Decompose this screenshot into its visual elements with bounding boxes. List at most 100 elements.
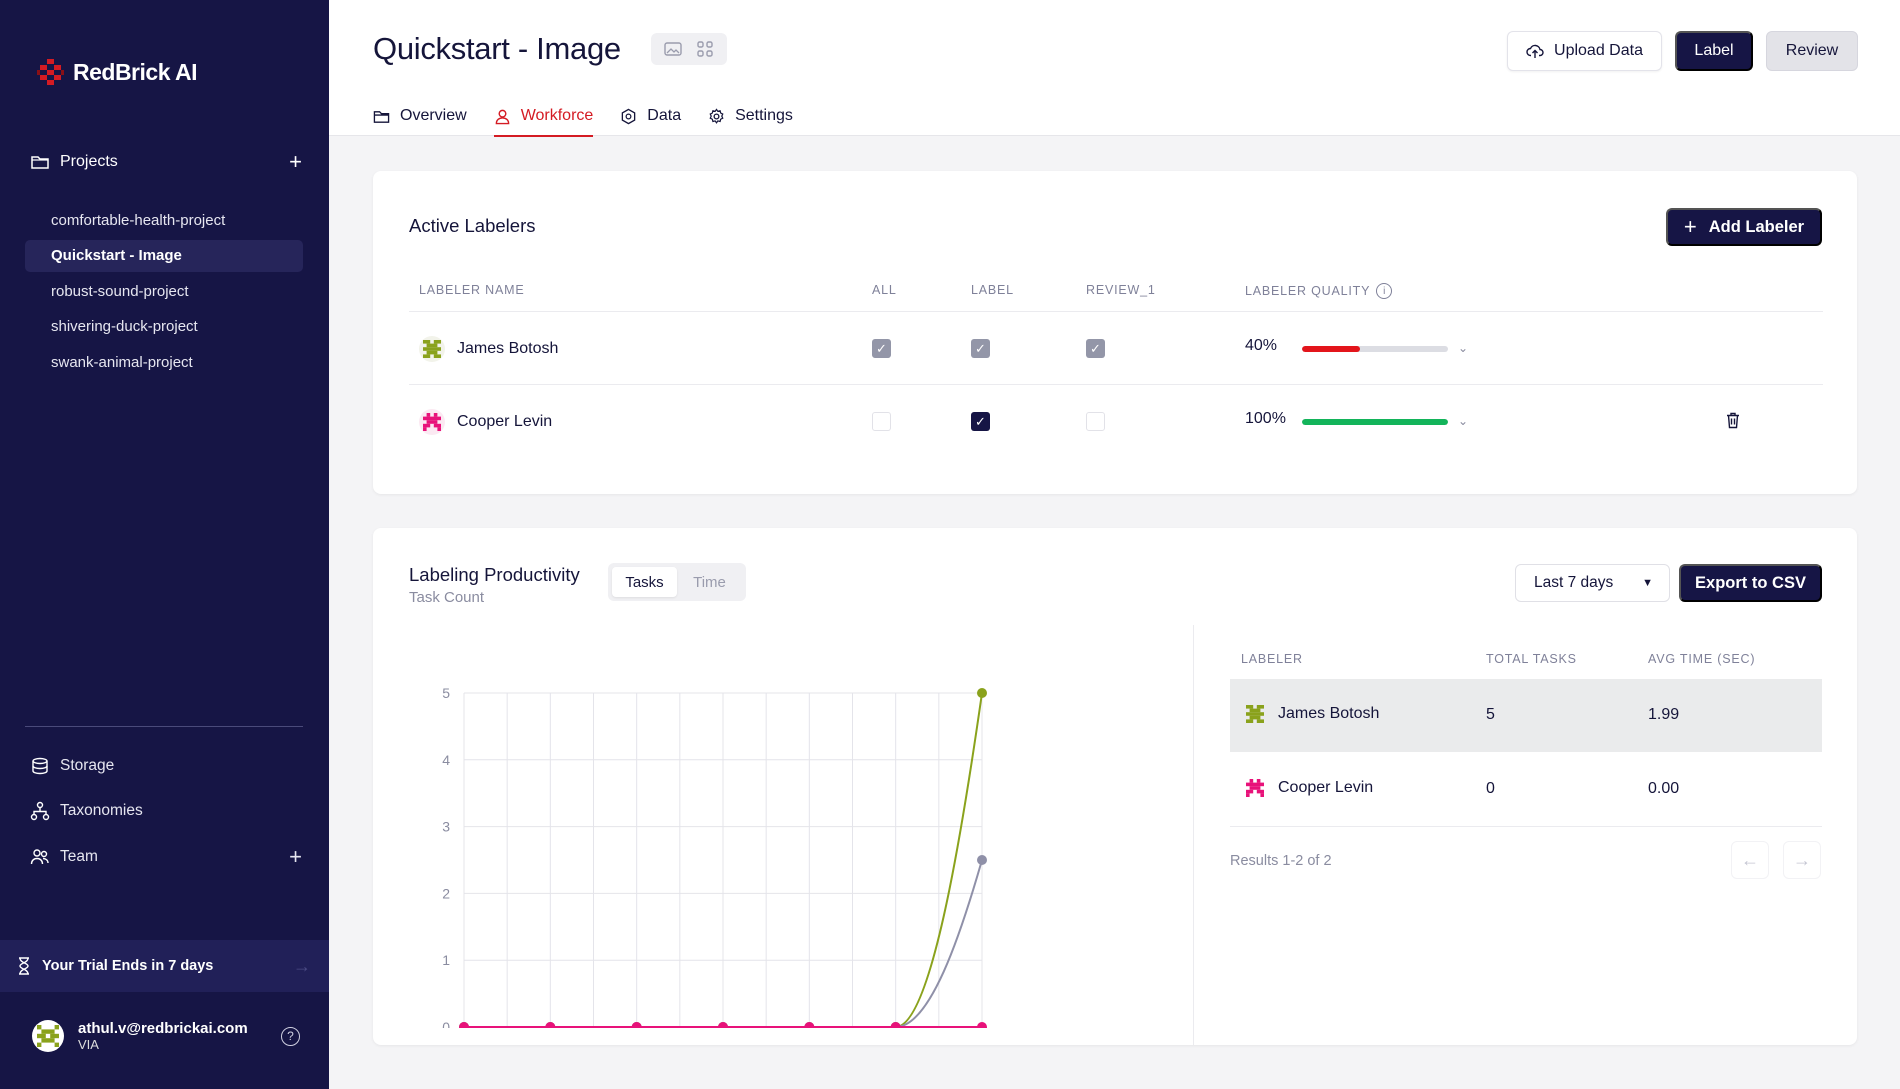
tab-workforce[interactable]: Workforce: [493, 96, 593, 137]
projects-header[interactable]: Projects +: [30, 151, 302, 173]
team-label: Team: [60, 848, 98, 865]
help-icon[interactable]: ?: [281, 1026, 300, 1046]
card-subtitle: Task Count: [409, 589, 485, 606]
y-tick-label: 1: [442, 952, 450, 968]
project-item[interactable]: comfortable-health-project: [25, 204, 303, 236]
checkbox-review[interactable]: ✓: [1086, 339, 1105, 358]
quality-bar: [1302, 346, 1448, 352]
folder-icon: [373, 110, 390, 123]
chevron-down-icon[interactable]: ⌄: [1458, 341, 1468, 355]
data-point: [631, 1022, 642, 1028]
project-item-active[interactable]: Quickstart - Image: [25, 239, 303, 272]
labeler-name: James Botosh: [1278, 705, 1380, 722]
projects-label: Projects: [60, 153, 118, 170]
project-tabs: Overview Workforce Data Settings: [373, 96, 820, 137]
sidebar-item-team[interactable]: Team +: [30, 846, 302, 868]
sidebar-item-storage[interactable]: Storage: [30, 756, 302, 776]
labeler-name: James Botosh: [457, 340, 559, 357]
column-header-quality: LABELER QUALITY i: [1245, 283, 1393, 299]
add-project-icon[interactable]: +: [289, 151, 302, 173]
table-divider: [1230, 826, 1822, 827]
metric-toggle: Tasks Time: [608, 563, 746, 601]
toggle-time[interactable]: Time: [677, 567, 742, 597]
column-header: LABELER QUALITY: [1245, 284, 1371, 298]
trial-text: Your Trial Ends in 7 days: [42, 958, 214, 974]
project-item[interactable]: robust-sound-project: [25, 275, 303, 307]
column-header: REVIEW_1: [1086, 283, 1156, 297]
quality-bar-fill: [1302, 419, 1448, 425]
checkbox-review[interactable]: [1086, 412, 1105, 431]
y-tick-label: 3: [442, 819, 450, 835]
tab-settings[interactable]: Settings: [708, 96, 793, 136]
image-icon[interactable]: [664, 41, 682, 57]
prev-page-button[interactable]: ←: [1731, 841, 1769, 879]
identicon-icon: [37, 1025, 59, 1047]
avatar: [419, 336, 445, 362]
page-header: Quickstart - Image Overview Workforce Da…: [329, 0, 1900, 137]
y-tick-label: 0: [442, 1019, 450, 1028]
data-point: [977, 1022, 987, 1028]
checkbox-label[interactable]: ✓: [971, 412, 990, 431]
review-button[interactable]: Review: [1766, 31, 1858, 71]
project-item[interactable]: swank-animal-project: [25, 346, 303, 378]
view-toggle: [651, 33, 727, 65]
trash-icon[interactable]: [1724, 411, 1742, 429]
data-point: [977, 855, 987, 865]
project-item[interactable]: shivering-duck-project: [25, 311, 303, 343]
identicon-icon: [423, 413, 441, 431]
label-button[interactable]: Label: [1675, 31, 1753, 71]
column-header: ALL: [872, 283, 897, 297]
sidebar-divider: [25, 726, 303, 727]
export-csv-button[interactable]: Export to CSV: [1679, 564, 1822, 602]
brand-logo[interactable]: RedBrick AI: [37, 58, 198, 86]
avatar: [1242, 775, 1268, 801]
date-range-select[interactable]: Last 7 days ▼: [1515, 564, 1670, 602]
tab-label: Data: [647, 107, 682, 124]
chevron-down-icon[interactable]: ⌄: [1458, 414, 1468, 428]
sidebar-item-taxonomies[interactable]: Taxonomies: [30, 801, 302, 821]
data-point: [545, 1022, 556, 1028]
project-list: comfortable-health-project Quickstart - …: [25, 204, 303, 382]
card-title: Active Labelers: [409, 215, 536, 236]
checkbox-all[interactable]: [872, 412, 891, 431]
checkbox-all[interactable]: ✓: [872, 339, 891, 358]
trial-banner[interactable]: Your Trial Ends in 7 days →: [0, 940, 329, 992]
checkbox-label[interactable]: ✓: [971, 339, 990, 358]
results-count: Results 1-2 of 2: [1230, 853, 1332, 869]
info-icon[interactable]: i: [1376, 283, 1393, 299]
identicon-icon: [423, 340, 441, 358]
arrow-right-icon: →: [293, 955, 311, 976]
user-org: VIA: [78, 1037, 99, 1052]
next-page-button[interactable]: →: [1783, 841, 1821, 879]
table-row[interactable]: James Botosh: [419, 334, 558, 364]
quality-value: 100%: [1245, 410, 1286, 427]
upload-data-button[interactable]: Upload Data: [1507, 31, 1662, 71]
hierarchy-icon: [30, 801, 50, 821]
column-header: LABELER: [1241, 652, 1303, 666]
caret-down-icon: ▼: [1642, 577, 1653, 589]
taxonomies-label: Taxonomies: [60, 802, 143, 819]
labeler-name: Cooper Levin: [1278, 779, 1374, 796]
data-point: [804, 1022, 815, 1028]
team-icon: [30, 849, 49, 865]
add-labeler-button[interactable]: + Add Labeler: [1666, 208, 1822, 246]
data-point: [977, 688, 987, 698]
table-row[interactable]: James Botosh 5 1.99: [1230, 679, 1822, 752]
table-divider: [409, 384, 1823, 385]
data-point: [718, 1022, 728, 1028]
tab-label: Overview: [400, 107, 467, 124]
avg-time: 1.99: [1648, 706, 1680, 723]
table-row[interactable]: Cooper Levin: [419, 407, 552, 437]
tab-overview[interactable]: Overview: [373, 96, 467, 136]
user-profile[interactable]: athul.v@redbrickai.com VIA ?: [32, 1020, 300, 1052]
sidebar: RedBrick AI Projects + comfortable-healt…: [0, 0, 329, 1089]
toggle-tasks[interactable]: Tasks: [612, 567, 677, 597]
tab-data[interactable]: Data: [620, 96, 681, 136]
add-team-member-icon[interactable]: +: [289, 846, 302, 868]
total-tasks: 5: [1486, 706, 1495, 723]
identicon-icon: [1246, 779, 1264, 797]
avatar: [1242, 701, 1268, 727]
labeling-productivity-card: Labeling Productivity Task Count Tasks T…: [373, 528, 1857, 1045]
table-row[interactable]: Cooper Levin 0 0.00: [1230, 753, 1822, 826]
grid-icon[interactable]: [696, 40, 714, 58]
